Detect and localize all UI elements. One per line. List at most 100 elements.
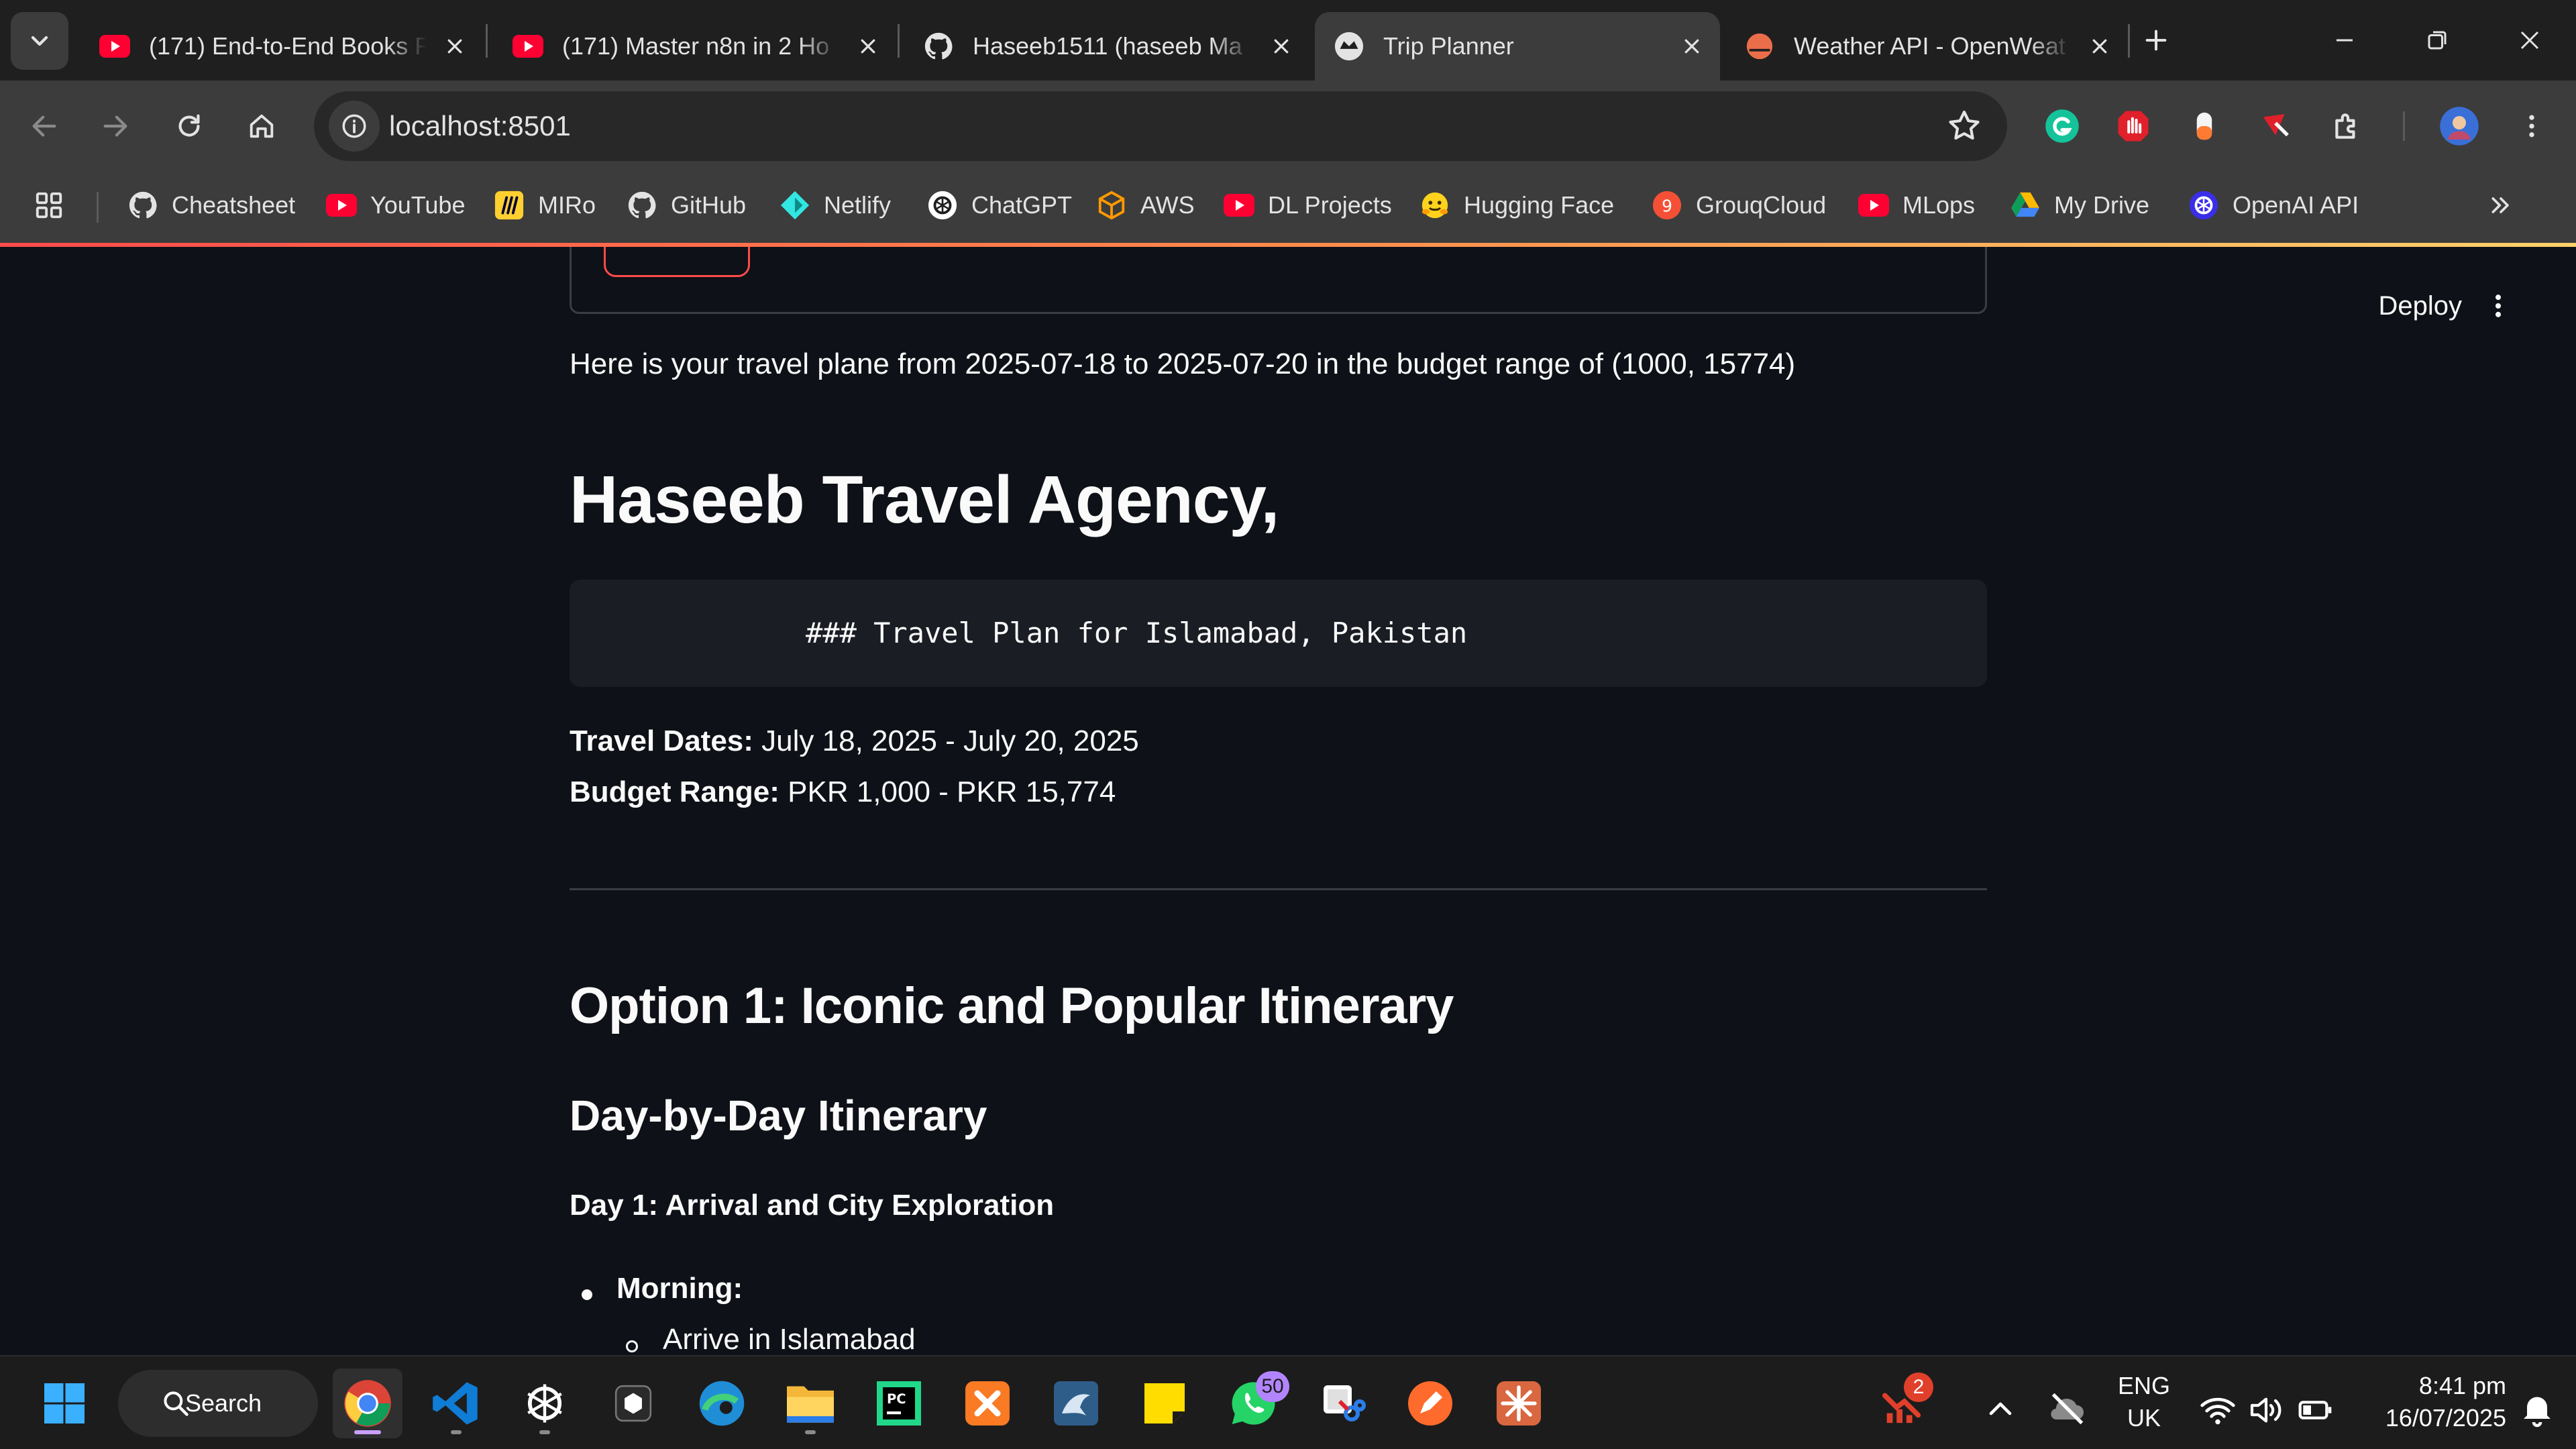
- close-window-button[interactable]: [2486, 7, 2573, 74]
- home-button[interactable]: [235, 99, 288, 153]
- deploy-button[interactable]: Deploy: [2378, 283, 2462, 329]
- back-button[interactable]: [17, 99, 71, 153]
- bookmark-github[interactable]: GitHub: [627, 184, 746, 227]
- grammarly-extension[interactable]: [2037, 101, 2088, 152]
- taskbar-file-explorer[interactable]: [775, 1368, 845, 1438]
- vscode-icon: [433, 1382, 478, 1425]
- windows-logo-icon: [44, 1383, 85, 1424]
- taskbar-search-label: Search: [185, 1389, 262, 1417]
- app-menu-button[interactable]: [2478, 280, 2518, 331]
- toolbar-separator: [2403, 111, 2405, 141]
- bookmark-label: DL Projects: [1268, 191, 1392, 219]
- close-icon[interactable]: [1267, 32, 1296, 61]
- start-button[interactable]: [30, 1368, 99, 1438]
- quick-settings-button[interactable]: [2199, 1386, 2353, 1434]
- adblock-extension[interactable]: [2108, 101, 2159, 152]
- bookmark-mlops[interactable]: MLops: [1858, 184, 1975, 227]
- close-icon[interactable]: [440, 32, 470, 61]
- bookmark-label: Hugging Face: [1464, 191, 1615, 219]
- extension-tool[interactable]: [2250, 101, 2301, 152]
- language-indicator[interactable]: ENG UK: [2110, 1370, 2178, 1434]
- chrome-menu-button[interactable]: [2506, 101, 2557, 152]
- tab-search-button[interactable]: [11, 12, 68, 70]
- show-hidden-icons-button[interactable]: [1982, 1390, 2019, 1428]
- close-icon[interactable]: [1677, 32, 1707, 61]
- bookmark-chatgpt[interactable]: ChatGPT: [927, 184, 1072, 227]
- taskbar-chatgpt[interactable]: [510, 1368, 580, 1438]
- bookmark-cheatsheet[interactable]: Cheatsheet: [127, 184, 295, 227]
- taskbar-app-pen[interactable]: [1395, 1368, 1465, 1438]
- close-icon[interactable]: [853, 32, 883, 61]
- extension-pill[interactable]: [2179, 101, 2230, 152]
- apps-grid-icon: [36, 192, 62, 219]
- streamlit-app: Submit Deploy Here is your travel plane …: [0, 247, 2576, 1355]
- reload-button[interactable]: [162, 99, 216, 153]
- browser-tab[interactable]: Haseeb1511 (haseeb Ma: [904, 12, 1309, 80]
- bookmark-my-drive[interactable]: My Drive: [2010, 184, 2149, 227]
- netlify-icon: [780, 190, 810, 221]
- kebab-menu-icon: [2529, 115, 2534, 138]
- bookmarks-bar: Cheatsheet YouTube MIRo GitHub Netlify C…: [0, 172, 2576, 244]
- battery-icon: [2298, 1401, 2332, 1419]
- chrome-icon: [344, 1380, 391, 1427]
- youtube-icon: [1224, 190, 1254, 221]
- browser-tab[interactable]: (171) End-to-End Books R: [80, 12, 483, 80]
- arrive-item: Arrive in Islamabad: [663, 1323, 916, 1355]
- restore-button[interactable]: [2394, 7, 2481, 74]
- extensions-button[interactable]: [2321, 101, 2372, 152]
- close-icon[interactable]: [2085, 32, 2114, 61]
- bookmark-hugging-face[interactable]: Hugging Face: [1419, 184, 1614, 227]
- taskbar-edge[interactable]: [687, 1368, 757, 1438]
- language-code: ENG: [2117, 1372, 2170, 1399]
- taskbar-claude[interactable]: [1484, 1368, 1554, 1438]
- bookmark-miro[interactable]: MIRo: [494, 184, 596, 227]
- new-tab-button[interactable]: [2123, 7, 2190, 74]
- apps-button[interactable]: [34, 184, 64, 227]
- taskbar-mysql-workbench[interactable]: [1041, 1368, 1111, 1438]
- browser-tab[interactable]: (171) Master n8n in 2 Ho: [494, 12, 896, 80]
- taskbar-sticky-notes[interactable]: [1130, 1368, 1199, 1438]
- onedrive-status[interactable]: [2046, 1387, 2089, 1430]
- url-text[interactable]: localhost:8501: [389, 91, 571, 161]
- bookmark-netlify[interactable]: Netlify: [780, 184, 891, 227]
- notification-center-button[interactable]: [2517, 1389, 2557, 1429]
- taskbar-app-box[interactable]: [598, 1368, 668, 1438]
- running-indicator: [805, 1430, 816, 1434]
- taskbar-pycharm[interactable]: PC: [864, 1368, 934, 1438]
- site-info-button[interactable]: [329, 101, 380, 152]
- reload-icon: [178, 114, 200, 137]
- taskbar-search[interactable]: Search: [118, 1370, 318, 1437]
- forward-button[interactable]: [89, 99, 142, 153]
- browser-tab[interactable]: Weather API - OpenWeat: [1725, 12, 2128, 80]
- clock[interactable]: 8:41 pm 16/07/2025: [2352, 1370, 2506, 1434]
- tab-title: Haseeb1511 (haseeb Ma: [973, 32, 1242, 60]
- tray-app-chart[interactable]: 2: [1868, 1368, 1937, 1438]
- taskbar-snipping-tool[interactable]: [1307, 1368, 1377, 1438]
- bookmark-label: GitHub: [671, 191, 747, 219]
- notification-badge: 50: [1256, 1371, 1289, 1402]
- minimize-button[interactable]: [2301, 7, 2388, 74]
- bookmark-star-icon[interactable]: [1945, 107, 1983, 145]
- taskbar-xampp[interactable]: [953, 1368, 1022, 1438]
- profile-avatar[interactable]: [2434, 101, 2485, 152]
- bookmarks-overflow-button[interactable]: [2487, 184, 2514, 227]
- taskbar-whatsapp[interactable]: 50: [1218, 1368, 1289, 1438]
- option-heading: Option 1: Iconic and Popular Itinerary: [570, 977, 1454, 1034]
- bookmark-groqcloud[interactable]: 9 GrouqCloud: [1652, 184, 1826, 227]
- bookmark-youtube[interactable]: YouTube: [326, 184, 465, 227]
- travel-plan-intro: Here is your travel plane from 2025-07-1…: [570, 347, 1796, 380]
- bookmark-openai-api[interactable]: OpenAI API: [2188, 184, 2359, 227]
- address-bar[interactable]: localhost:8501: [314, 91, 2007, 161]
- bookmark-dl-projects[interactable]: DL Projects: [1224, 184, 1392, 227]
- notification-bell-icon: [2524, 1394, 2554, 1428]
- youtube-icon: [513, 31, 543, 62]
- chatgpt-icon: [527, 1384, 562, 1423]
- sub-bullet: [626, 1340, 638, 1352]
- bookmark-aws[interactable]: AWS: [1096, 184, 1195, 227]
- volume-icon: [2250, 1397, 2282, 1423]
- taskbar-vscode[interactable]: [421, 1368, 491, 1438]
- browser-tab-active[interactable]: Trip Planner: [1315, 12, 1720, 80]
- taskbar-chrome[interactable]: [333, 1368, 402, 1438]
- submit-button[interactable]: Submit: [604, 247, 750, 277]
- close-icon: [2520, 31, 2539, 50]
